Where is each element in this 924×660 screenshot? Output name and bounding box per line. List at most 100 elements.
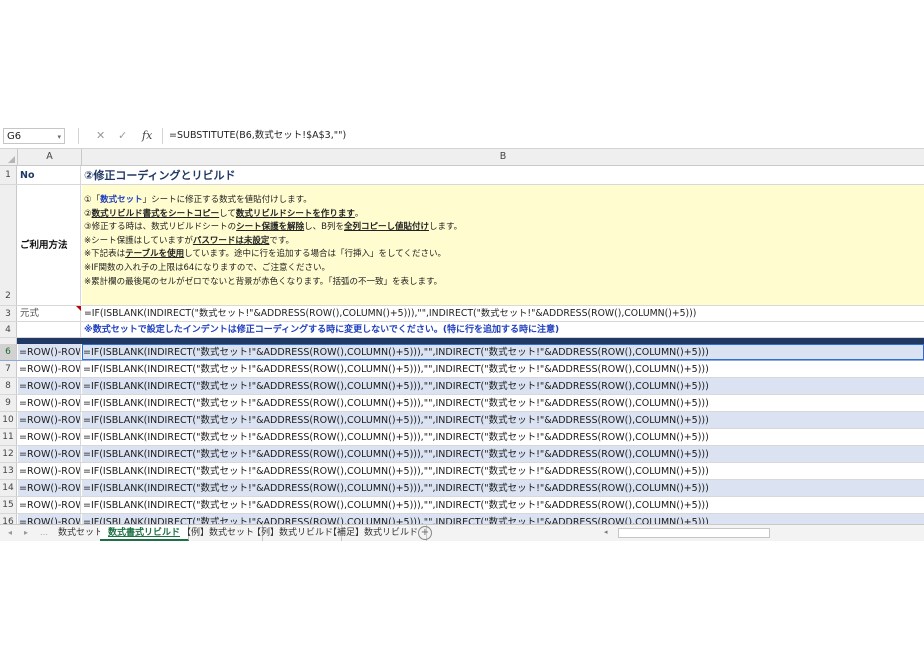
cell-grid: 1 No ②修正コーディングとリビルド 2 ご利用方法 ①「数式セット」シートに…	[0, 166, 924, 524]
cell-a2[interactable]: ご利用方法	[18, 185, 81, 305]
row-header[interactable]: 11	[0, 429, 17, 445]
select-all-icon	[8, 156, 15, 163]
cancel-icon[interactable]: ✕	[96, 128, 105, 144]
row-header[interactable]: 7	[0, 361, 17, 377]
instruction-line: ③修正する時は、数式リビルドシートのシート保護を解除し、B列を全列コピーし値貼付…	[84, 221, 924, 235]
table-row: 1 No ②修正コーディングとリビルド	[0, 166, 924, 185]
row-header[interactable]: 6	[0, 344, 17, 360]
row-header[interactable]: 12	[0, 446, 17, 462]
row-header[interactable]: 4	[0, 322, 17, 337]
instruction-text: ②	[84, 208, 92, 219]
cell-rebuild-formula[interactable]: =IF(ISBLANK(INDIRECT("数式セット!"&ADDRESS(RO…	[82, 395, 924, 411]
instruction-text: して	[219, 208, 236, 219]
cell-no-formula[interactable]: =ROW()-ROW	[18, 344, 81, 360]
formula-bar: G6 ▾ ✕ ✓ fx =SUBSTITUTE(B6,数式セット!$A$3,""…	[0, 124, 924, 149]
insert-function-icon[interactable]: fx	[142, 128, 152, 144]
row-header[interactable]: 8	[0, 378, 17, 394]
table-row: 14 =ROW()-ROW =IF(ISBLANK(INDIRECT("数式セット!…	[0, 480, 924, 497]
instruction-line: ①「数式セット」シートに修正する数式を値貼付けします。	[84, 194, 924, 208]
divider	[78, 128, 79, 144]
cell-no-formula[interactable]: =ROW()-ROW	[18, 514, 81, 524]
cell-no-formula[interactable]: =ROW()-ROW	[18, 480, 81, 496]
name-box-value: G6	[7, 131, 22, 142]
instruction-text: ③修正する時は、数式リビルドシートの	[84, 222, 237, 233]
column-headers: A B	[0, 149, 924, 166]
next-sheet-icon[interactable]: ▸	[24, 525, 28, 541]
row-header[interactable]: 9	[0, 395, 17, 411]
add-sheet-icon[interactable]: +	[418, 526, 432, 540]
row-header[interactable]: 13	[0, 463, 17, 479]
cell-b2-instructions[interactable]: ①「数式セット」シートに修正する数式を値貼付けします。 ②数式リビルド書式をシー…	[82, 185, 924, 305]
table-row: 3 元式 =IF(ISBLANK(INDIRECT("数式セット!"&ADDRE…	[0, 306, 924, 322]
table-row: 9 =ROW()-ROW =IF(ISBLANK(INDIRECT("数式セット!"…	[0, 395, 924, 412]
instruction-highlight: テーブルを使用	[125, 249, 185, 260]
cell-b4[interactable]: ※数式セットで設定したインデントは修正コーディングする時に変更しないでください。…	[82, 322, 924, 337]
cell-a4[interactable]	[18, 322, 81, 337]
cell-no-formula[interactable]: =ROW()-ROW	[18, 429, 81, 445]
instruction-highlight: パスワードは未設定	[192, 235, 270, 246]
cell-no-formula[interactable]: =ROW()-ROW	[18, 361, 81, 377]
chevron-down-icon[interactable]: ▾	[57, 129, 61, 145]
scroll-left-icon[interactable]: ◂	[604, 528, 608, 536]
comment-indicator-icon[interactable]	[76, 306, 81, 311]
table-row: 8 =ROW()-ROW =IF(ISBLANK(INDIRECT("数式セット!"…	[0, 378, 924, 395]
instruction-text: ①「	[84, 195, 101, 205]
cell-no-formula[interactable]: =ROW()-ROW	[18, 395, 81, 411]
instruction-text: 。	[354, 208, 364, 219]
name-box[interactable]: G6 ▾	[3, 128, 65, 144]
cell-no-formula[interactable]: =ROW()-ROW	[18, 378, 81, 394]
instruction-text: ※下記表は	[84, 249, 126, 260]
formula-input[interactable]: =SUBSTITUTE(B6,数式セット!$A$3,"")	[162, 128, 920, 144]
scrollbar-thumb[interactable]	[618, 528, 770, 538]
cell-no-formula[interactable]: =ROW()-ROW	[18, 446, 81, 462]
cell-b1[interactable]: ②修正コーディングとリビルド	[82, 166, 924, 184]
cell-rebuild-formula[interactable]: =IF(ISBLANK(INDIRECT("数式セット!"&ADDRESS(RO…	[82, 378, 924, 394]
cell-rebuild-formula[interactable]: =IF(ISBLANK(INDIRECT("数式セット!"&ADDRESS(RO…	[82, 480, 924, 496]
more-sheets-icon[interactable]: …	[40, 525, 48, 541]
cell-rebuild-formula[interactable]: =IF(ISBLANK(INDIRECT("数式セット!"&ADDRESS(RO…	[82, 463, 924, 479]
prev-sheet-icon[interactable]: ◂	[8, 525, 12, 541]
sheet-tab[interactable]: 【補足】数式リビルド	[320, 525, 428, 541]
cell-rebuild-formula[interactable]: =IF(ISBLANK(INDIRECT("数式セット!"&ADDRESS(RO…	[82, 344, 924, 360]
cell-rebuild-formula[interactable]: =IF(ISBLANK(INDIRECT("数式セット!"&ADDRESS(RO…	[82, 361, 924, 377]
table-row: 6 =ROW()-ROW =IF(ISBLANK(INDIRECT("数式セット!"…	[0, 344, 924, 361]
row-header[interactable]: 14	[0, 480, 17, 496]
enter-icon[interactable]: ✓	[118, 128, 127, 144]
cell-rebuild-formula[interactable]: =IF(ISBLANK(INDIRECT("数式セット!"&ADDRESS(RO…	[82, 412, 924, 428]
table-row: 10 =ROW()-ROW =IF(ISBLANK(INDIRECT("数式セット!…	[0, 412, 924, 429]
table-row: 12 =ROW()-ROW =IF(ISBLANK(INDIRECT("数式セット!…	[0, 446, 924, 463]
cell-no-formula[interactable]: =ROW()-ROW	[18, 412, 81, 428]
row-header[interactable]: 2	[0, 185, 17, 305]
cell-no-formula[interactable]: =ROW()-ROW	[18, 497, 81, 513]
instruction-text: 」シートに修正する数式を値貼付けします。	[142, 195, 312, 205]
sheet-tab-bar: ◂ ▸ … 数式セット 数式書式リビルド 【例】数式セット 【列】数式リビルド 【補足】…	[0, 524, 924, 541]
instruction-line: ※シート保護はしていますがパスワードは未設定です。	[84, 235, 924, 249]
cell-rebuild-formula[interactable]: =IF(ISBLANK(INDIRECT("数式セット!"&ADDRESS(RO…	[82, 497, 924, 513]
table-row: 11 =ROW()-ROW =IF(ISBLANK(INDIRECT("数式セット!…	[0, 429, 924, 446]
instruction-text: しています。途中に行を追加する場合は「行挿入」をしてください。	[184, 249, 447, 260]
cell-no-formula[interactable]: =ROW()-ROW	[18, 463, 81, 479]
column-header-b[interactable]: B	[82, 149, 924, 165]
horizontal-scrollbar[interactable]: ◂	[604, 528, 920, 538]
column-header-a[interactable]: A	[18, 149, 82, 165]
table-row: 4 ※数式セットで設定したインデントは修正コーディングする時に変更しないでくださ…	[0, 322, 924, 338]
row-header[interactable]: 15	[0, 497, 17, 513]
instruction-line: ※累計欄の最後尾のセルがゼロでないと背景が赤色くなります。「括弧の不一致」を表し…	[84, 276, 443, 287]
table-row: 15 =ROW()-ROW =IF(ISBLANK(INDIRECT("数式セット!…	[0, 497, 924, 514]
spreadsheet-window: G6 ▾ ✕ ✓ fx =SUBSTITUTE(B6,数式セット!$A$3,""…	[0, 124, 924, 541]
cell-rebuild-formula[interactable]: =IF(ISBLANK(INDIRECT("数式セット!"&ADDRESS(RO…	[82, 446, 924, 462]
select-all-button[interactable]	[0, 149, 18, 165]
instruction-text: し、B列を	[304, 222, 344, 233]
cell-a3[interactable]: 元式	[18, 306, 81, 321]
instruction-highlight: 数式リビルド書式をシートコピー	[91, 208, 220, 219]
row-header[interactable]: 1	[0, 166, 17, 184]
row-header[interactable]: 3	[0, 306, 17, 321]
cell-rebuild-formula[interactable]: =IF(ISBLANK(INDIRECT("数式セット!"&ADDRESS(RO…	[82, 514, 924, 524]
cell-rebuild-formula[interactable]: =IF(ISBLANK(INDIRECT("数式セット!"&ADDRESS(RO…	[82, 429, 924, 445]
row-header[interactable]: 10	[0, 412, 17, 428]
cell-a1[interactable]: No	[18, 166, 81, 184]
instruction-text: します。	[429, 222, 463, 233]
cell-b3[interactable]: =IF(ISBLANK(INDIRECT("数式セット!"&ADDRESS(RO…	[82, 306, 924, 321]
row-header[interactable]: 16	[0, 514, 17, 524]
instruction-text: ※シート保護はしていますが	[84, 235, 193, 246]
